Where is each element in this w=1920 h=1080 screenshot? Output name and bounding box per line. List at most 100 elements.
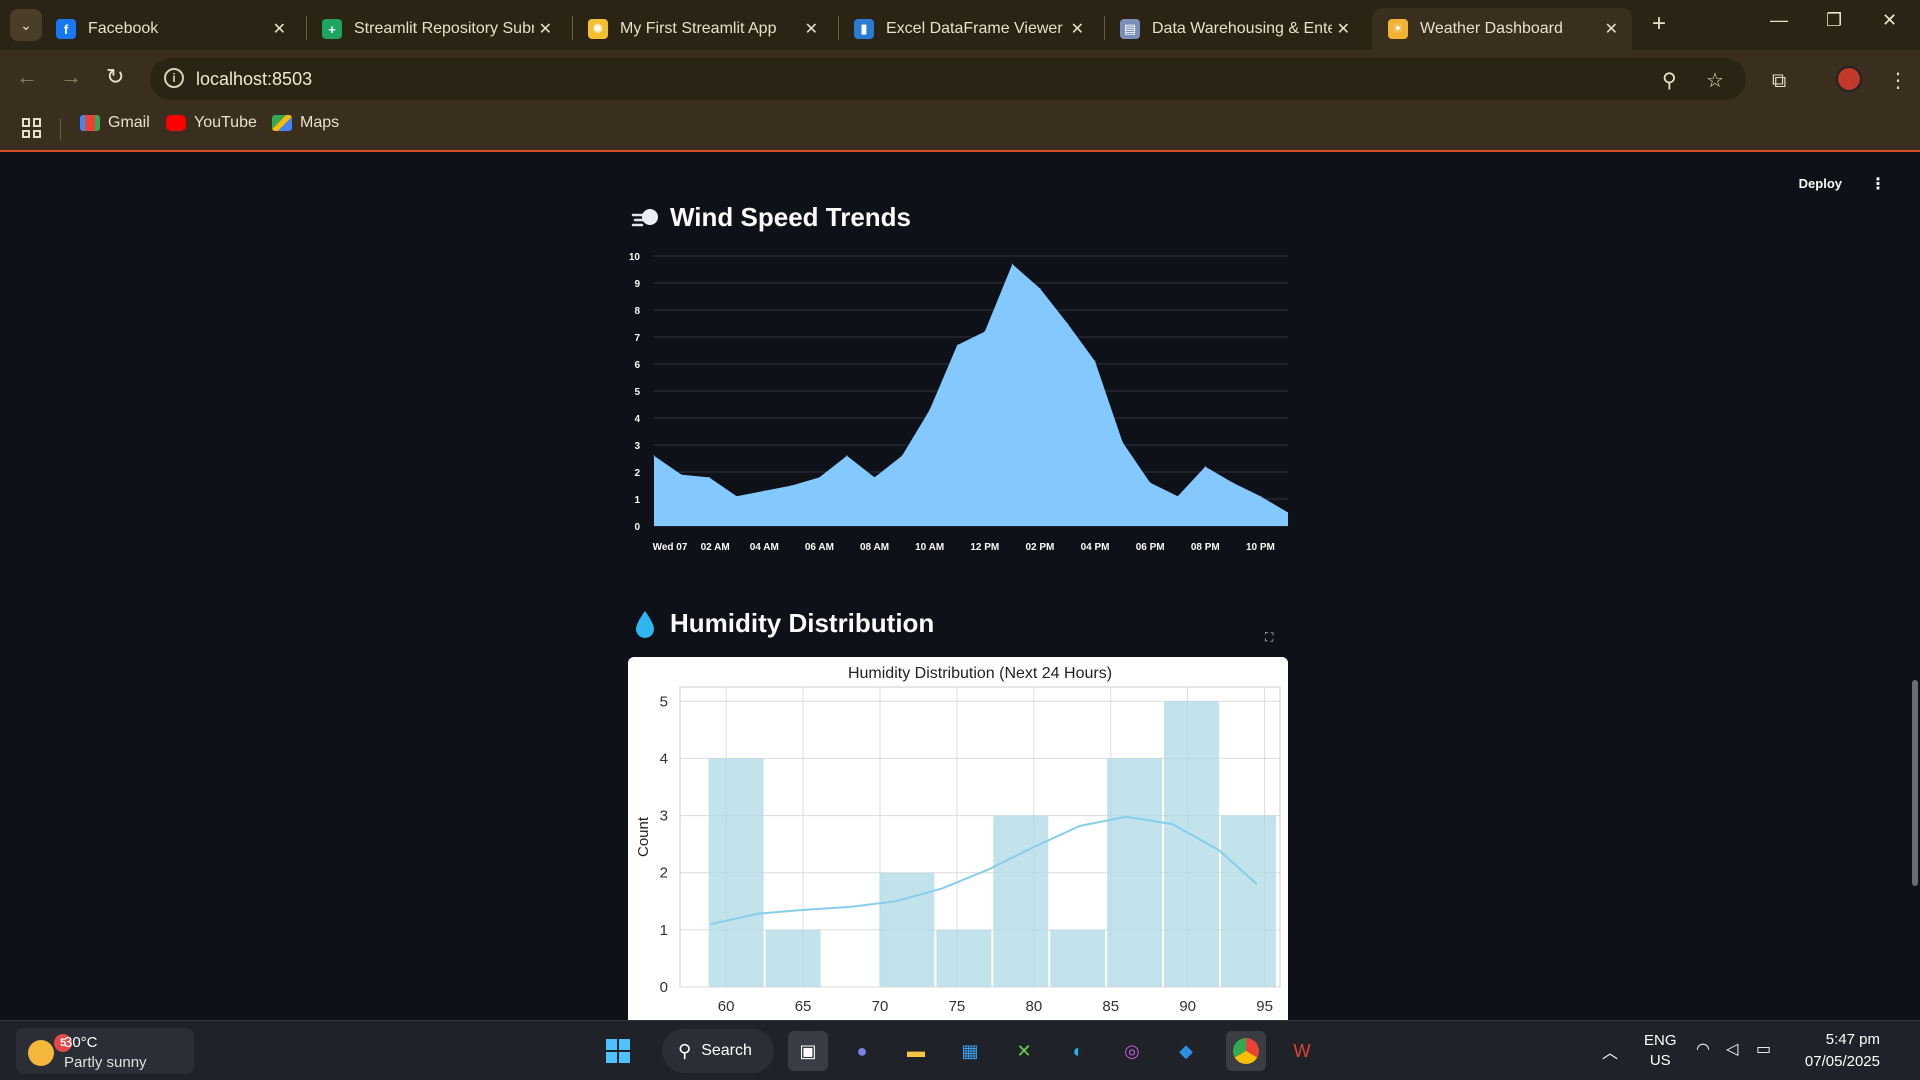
- tab-search-button[interactable]: ⌄: [10, 9, 42, 41]
- wind-point: [1066, 323, 1068, 324]
- close-icon[interactable]: ✕: [1337, 19, 1350, 39]
- wind-speed-chart[interactable]: 0 1 2 3 4 5 6 7 8 9 10 Wed 07 02 AM 04 AM 06 AM 08 AM 10…: [628, 244, 1289, 574]
- new-tab-button[interactable]: +: [1652, 10, 1666, 38]
- histogram-bar: [1221, 815, 1276, 987]
- wps-icon[interactable]: W: [1282, 1031, 1322, 1071]
- language-indicator[interactable]: ENG US: [1644, 1031, 1677, 1071]
- extensions-icon[interactable]: ⧉: [1772, 70, 1786, 93]
- wind-speed-svg: 0 1 2 3 4 5 6 7 8 9 10 Wed 07 02 AM 04 AM 06 AM 08 AM 10…: [629, 252, 1289, 553]
- store-icon[interactable]: ▦: [950, 1031, 990, 1071]
- chevron-down-icon: ⌄: [20, 16, 32, 33]
- tab-my-first-streamlit-app[interactable]: ✺ My First Streamlit App ✕: [572, 8, 832, 50]
- weather-icon: ☀: [1388, 19, 1408, 39]
- avatar[interactable]: [1836, 66, 1862, 92]
- wind-face-icon: [630, 203, 660, 233]
- x-tick-label: 60: [718, 998, 735, 1015]
- site-info-icon[interactable]: i: [164, 68, 184, 88]
- toolbar: ← → ↻ i localhost:8503 ⚲ ☆ ⧉ ⋮: [0, 50, 1920, 108]
- reload-button[interactable]: ↻: [106, 64, 124, 90]
- x-tick-label: 95: [1256, 998, 1273, 1015]
- x-tick-label: Wed 07: [653, 542, 688, 553]
- close-icon[interactable]: ✕: [1071, 19, 1084, 39]
- bookmark-youtube[interactable]: YouTube: [166, 114, 257, 132]
- x-tick-label: 08 AM: [860, 542, 889, 553]
- page-scrollbar[interactable]: [1912, 680, 1918, 886]
- tab-streamlit-repository-submi[interactable]: + Streamlit Repository Submi ✕: [306, 8, 566, 50]
- wind-point: [1122, 441, 1124, 443]
- start-button[interactable]: [598, 1031, 638, 1071]
- wind-point: [681, 474, 683, 476]
- humidity-section-title: Humidity Distribution: [630, 608, 934, 639]
- x-tick-label: 10 PM: [1246, 542, 1275, 553]
- close-window-button[interactable]: ✕: [1882, 10, 1897, 31]
- y-tick-label: 2: [634, 468, 640, 479]
- tab-facebook[interactable]: f Facebook ✕: [40, 8, 300, 50]
- minimize-button[interactable]: —: [1770, 10, 1788, 31]
- x-tick-label: 70: [872, 998, 889, 1015]
- histogram-bar: [936, 929, 992, 987]
- y-tick-label: 0: [660, 979, 668, 996]
- facebook-icon: f: [56, 19, 76, 39]
- tab-weather-dashboard[interactable]: ☀ Weather Dashboard ✕: [1372, 8, 1632, 50]
- x-tick-label: 90: [1179, 998, 1196, 1015]
- clock[interactable]: 5:47 pm 07/05/2025: [1805, 1029, 1880, 1073]
- app-icon[interactable]: ◎: [1112, 1031, 1152, 1071]
- histogram-title: Humidity Distribution (Next 24 Hours): [848, 665, 1112, 682]
- main-menu-icon[interactable]: ⋮: [1870, 174, 1886, 194]
- histogram-bar: [1050, 929, 1106, 987]
- vscode-icon[interactable]: ◆: [1166, 1031, 1206, 1071]
- teams-icon[interactable]: ●: [842, 1031, 882, 1071]
- taskbar-search[interactable]: ⚲ Search: [662, 1029, 774, 1073]
- chrome-icon[interactable]: [1226, 1031, 1266, 1071]
- bookmark-gmail[interactable]: Gmail: [80, 114, 150, 132]
- fullscreen-icon[interactable]: ⛶: [1265, 630, 1273, 645]
- y-tick-label: 1: [660, 922, 668, 939]
- bookmark-star-icon[interactable]: ☆: [1706, 68, 1724, 93]
- y-tick-label: 7: [634, 333, 640, 344]
- streamlit-app: Deploy ⋮ Wind Speed Trends 0 1 2 3 4 5 6 7 8 9 10 W…: [0, 152, 1920, 1020]
- histogram-bar: [708, 758, 764, 987]
- close-icon[interactable]: ✕: [539, 19, 552, 39]
- tab-label: Facebook: [88, 20, 159, 37]
- close-icon[interactable]: ✕: [805, 19, 818, 39]
- task-view-icon[interactable]: ▣: [788, 1031, 828, 1071]
- apps-grid-icon[interactable]: [22, 118, 42, 138]
- deploy-button[interactable]: Deploy: [1799, 176, 1842, 191]
- forward-button[interactable]: →: [60, 64, 82, 90]
- browser-menu-icon[interactable]: ⋮: [1888, 68, 1908, 93]
- y-tick-label: 4: [634, 414, 640, 425]
- wind-point: [736, 495, 738, 497]
- wifi-icon[interactable]: ◠: [1696, 1039, 1710, 1059]
- wind-point: [874, 476, 876, 478]
- tab-label: Data Warehousing & Enter: [1152, 20, 1332, 37]
- back-button[interactable]: ←: [16, 64, 38, 90]
- edge-icon[interactable]: ◐: [1058, 1031, 1098, 1071]
- y-tick-label: 8: [634, 306, 640, 317]
- humidity-histogram: 0 1 2 3 4 5 60 65 70 75 80 85 90 95 Humidity Distribut…: [628, 657, 1288, 1020]
- battery-icon[interactable]: ▭: [1756, 1039, 1771, 1059]
- close-icon[interactable]: ✕: [273, 19, 286, 39]
- wind-point: [1259, 495, 1261, 497]
- close-icon[interactable]: ✕: [1605, 19, 1618, 39]
- restore-button[interactable]: ❐: [1826, 10, 1842, 31]
- y-tick-label: 1: [634, 495, 640, 506]
- address-bar[interactable]: i localhost:8503 ⚲ ☆: [150, 58, 1746, 100]
- bookmark-maps[interactable]: Maps: [272, 114, 339, 132]
- weather-temperature: 30°C: [64, 1034, 98, 1051]
- tab-data-warehousing-enter[interactable]: ▤ Data Warehousing & Enter ✕: [1104, 8, 1364, 50]
- x-tick-label: 06 AM: [805, 542, 834, 553]
- x-tick-label: 04 AM: [750, 542, 779, 553]
- tab-excel-dataframe-viewer[interactable]: ▮ Excel DataFrame Viewer ✕: [838, 8, 1098, 50]
- wind-point: [791, 485, 793, 486]
- tray-overflow-icon[interactable]: ︿: [1602, 1039, 1618, 1063]
- taskbar: 5 30°C Partly sunny ⚲ Search ▣ ● ▬ ▦ ✕ ◐…: [0, 1020, 1920, 1080]
- droplet-icon: [630, 609, 660, 639]
- zoom-icon[interactable]: ⚲: [1662, 68, 1677, 93]
- weather-condition: Partly sunny: [64, 1054, 147, 1071]
- xbox-icon[interactable]: ✕: [1004, 1031, 1044, 1071]
- sheets-icon: +: [322, 19, 342, 39]
- weather-widget[interactable]: 5 30°C Partly sunny: [16, 1028, 194, 1074]
- volume-icon[interactable]: ◁: [1726, 1039, 1738, 1059]
- file-explorer-icon[interactable]: ▬: [896, 1031, 936, 1071]
- wind-point: [1204, 466, 1206, 468]
